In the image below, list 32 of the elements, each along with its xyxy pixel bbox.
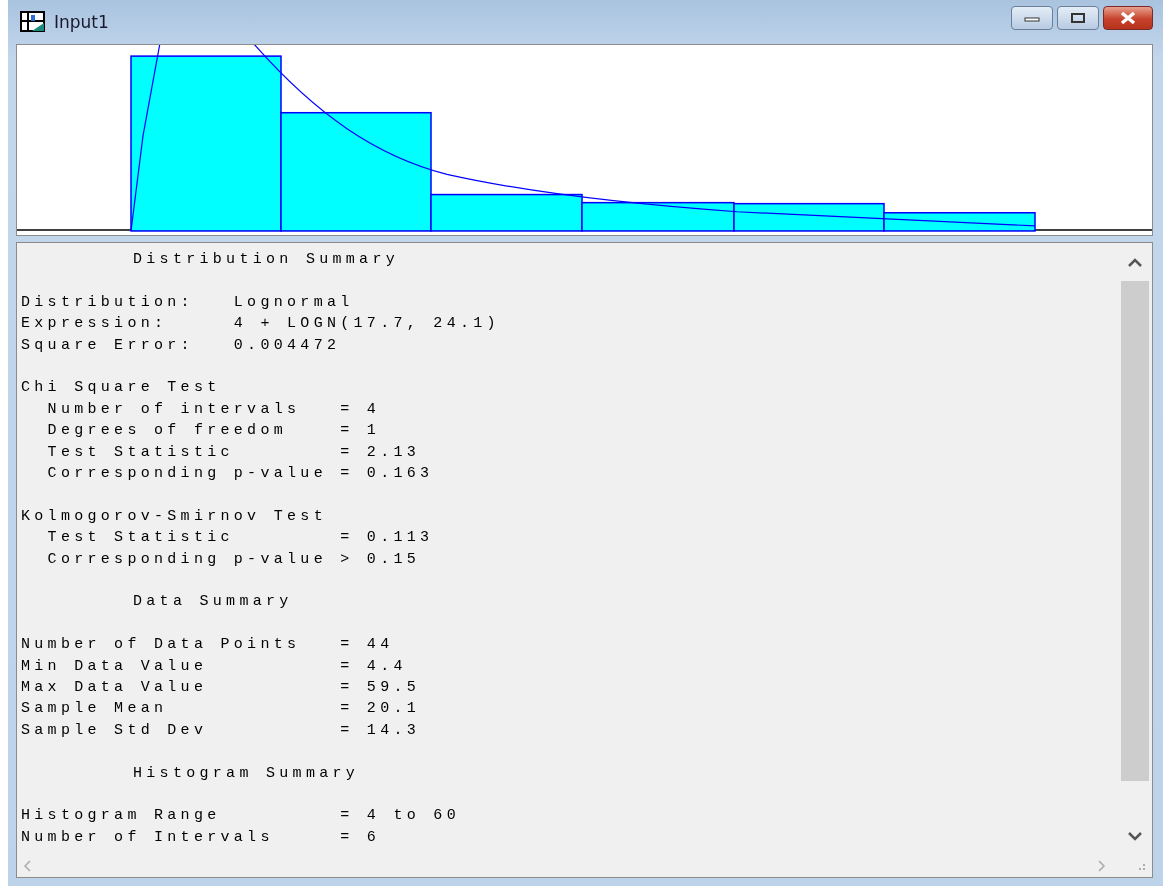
report-line: Corresponding p-value = 0.163 (46, 464, 434, 485)
report-line: Test Statistic = 0.113 (46, 528, 434, 549)
scroll-left-icon[interactable] (23, 860, 31, 872)
section-heading: Distribution Summary (133, 250, 400, 270)
scroll-thumb[interactable] (1121, 281, 1149, 781)
close-icon (1119, 11, 1137, 25)
report-line: Number of Intervals = 6 (21, 827, 381, 848)
report-line: Sample Mean = 20.1 (21, 699, 421, 720)
minimize-icon (1024, 14, 1040, 22)
report-line: Number of Data Points = 44 (21, 635, 394, 656)
section-heading: Histogram Summary (133, 763, 360, 784)
histogram-window-icon (20, 11, 46, 33)
section-heading: Data Summary (133, 592, 293, 613)
report-line: Kolmogorov-Smirnov Test (21, 506, 327, 527)
window-title: Input1 (54, 12, 110, 32)
report-line: Corresponding p-value > 0.15 (46, 549, 421, 570)
report-line: Sample Std Dev = 14.3 (21, 720, 421, 741)
report-line: Degrees of freedom = 1 (46, 421, 381, 442)
maximize-button[interactable] (1057, 6, 1099, 30)
close-button[interactable] (1103, 6, 1153, 30)
scroll-right-icon[interactable] (1098, 860, 1106, 872)
maximize-icon (1070, 12, 1086, 24)
report-line: Chi Square Test (21, 378, 221, 399)
report-line: Number of intervals = 4 (46, 399, 381, 420)
report-line: Histogram Range = 4 to 60 (21, 806, 460, 827)
resize-grip-icon[interactable] (1136, 861, 1146, 871)
report-line: Expression: 4 + LOGN(17.7, 24.1) (21, 314, 500, 335)
report-line: Square Error: 0.004472 (21, 335, 341, 356)
report-line: Min Data Value = 4.4 (21, 656, 407, 677)
report-line: Distribution: Lognormal (21, 292, 354, 313)
report-line: Max Data Value = 59.5 (21, 678, 421, 699)
report-line: Test Statistic = 2.13 (46, 442, 421, 463)
